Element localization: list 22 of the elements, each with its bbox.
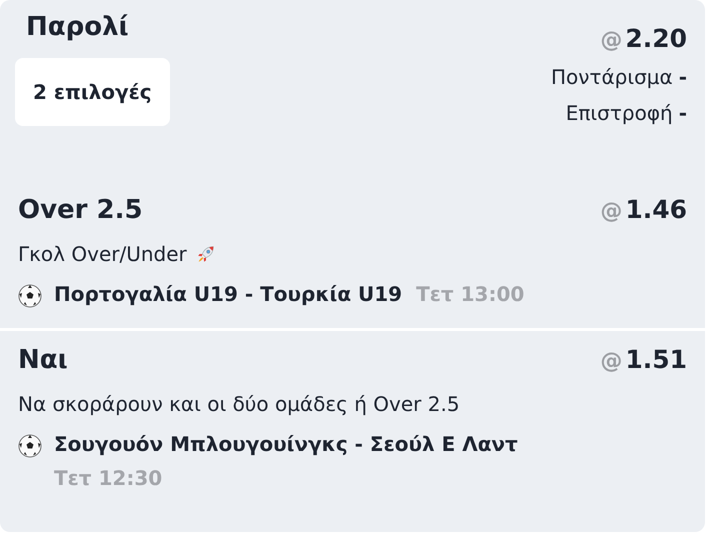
pick-title: Ναι (18, 345, 68, 375)
selection-odds: 1.46 (625, 195, 687, 224)
at-sign: @ (600, 28, 622, 53)
match-time: Τετ 13:00 (416, 282, 524, 306)
market-name: Να σκοράρουν και οι δύο ομάδες ή Over 2.5 (18, 392, 460, 416)
soccer-ball-icon (18, 434, 42, 458)
total-odds: 2.20 (625, 24, 687, 53)
return-label: Επιστροφή (566, 101, 673, 125)
selections-count-chip[interactable]: 2 επιλογές (15, 58, 170, 126)
soccer-ball-icon (18, 284, 42, 308)
market-name: Γκολ Over/Under (18, 242, 187, 266)
match-name: Σουγουόν Μπλουγουίνγκς - Σεούλ Ε Λαντ (54, 432, 518, 456)
at-sign: @ (600, 199, 622, 224)
stake-value: - (678, 65, 687, 89)
match-name: Πορτογαλία U19 - Τουρκία U19 (54, 282, 402, 306)
return-value: - (678, 101, 687, 125)
bet-type-title: Παρολί (26, 12, 129, 42)
match-time: Τετ 12:30 (54, 466, 162, 490)
selection-odds: 1.51 (625, 345, 687, 374)
at-sign: @ (600, 349, 622, 374)
stake-label: Ποντάρισμα (550, 65, 673, 89)
pick-title: Over 2.5 (18, 195, 143, 225)
